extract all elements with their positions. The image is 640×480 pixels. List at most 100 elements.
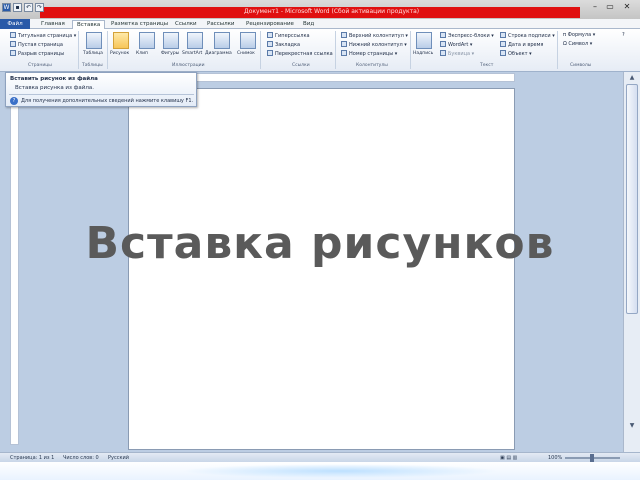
status-language[interactable]: Русский — [108, 454, 129, 462]
dropcap-button[interactable]: Буквица ▾ — [440, 50, 474, 58]
ribbon: Титульная страница ▾ Пустая страница Раз… — [0, 29, 640, 72]
header-icon — [341, 32, 347, 38]
clipart-button-label: Клип — [136, 51, 148, 56]
symbol-button[interactable]: Ω Символ ▾ — [563, 41, 592, 48]
maximize-button[interactable]: ▭ — [603, 2, 617, 12]
chart-icon[interactable] — [214, 32, 230, 49]
slide-heading: Вставка рисунков — [85, 218, 555, 269]
tab-home[interactable]: Главная — [41, 20, 65, 29]
tab-page-layout[interactable]: Разметка страницы — [111, 20, 168, 29]
object-button[interactable]: Объект ▾ — [500, 50, 532, 58]
hyperlink-icon — [267, 32, 273, 38]
clipart-icon[interactable] — [139, 32, 155, 49]
group-label-links: Ссылки — [292, 63, 310, 68]
object-icon — [500, 50, 506, 56]
title-bar: W ▪ ↶ ↷ Документ1 - Microsoft Word (Сбой… — [0, 0, 640, 19]
page-break-icon — [10, 50, 16, 56]
group-divider — [107, 31, 108, 69]
date-time-icon — [500, 41, 506, 47]
group-label-illustrations: Иллюстрации — [172, 63, 205, 68]
close-button[interactable]: ✕ — [620, 2, 634, 12]
signature-line-button[interactable]: Строка подписи ▾ — [500, 32, 555, 40]
textbox-button-label: Надпись — [413, 51, 434, 56]
quick-parts-button[interactable]: Экспресс-блоки ▾ — [440, 32, 494, 40]
hyperlink-button[interactable]: Гиперссылка — [267, 32, 310, 40]
tab-insert[interactable]: Вставка — [72, 20, 106, 29]
header-button[interactable]: Верхний колонтитул ▾ — [341, 32, 408, 40]
group-label-text: Текст — [480, 63, 494, 68]
zoom-slider-knob[interactable] — [590, 454, 594, 462]
shapes-icon[interactable] — [163, 32, 179, 49]
bookmark-icon — [267, 41, 273, 47]
slide-footer — [0, 462, 640, 480]
wordart-button[interactable]: WordArt ▾ — [440, 41, 472, 49]
quick-parts-icon — [440, 32, 446, 38]
screenshot-button-label: Снимок — [237, 51, 255, 56]
tab-file[interactable]: Файл — [0, 19, 30, 29]
group-divider — [335, 31, 336, 69]
chart-button-label: Диаграмма — [205, 51, 232, 56]
cross-reference-button[interactable]: Перекрестная ссылка — [267, 50, 333, 58]
dropcap-icon — [440, 50, 446, 56]
screenshot-icon[interactable] — [240, 32, 256, 49]
blank-page-icon — [10, 41, 16, 47]
minimize-button[interactable]: – — [588, 2, 602, 12]
bookmark-button[interactable]: Закладка — [267, 41, 300, 49]
signature-line-icon — [500, 32, 506, 38]
tab-mailings[interactable]: Рассылки — [207, 20, 235, 29]
cover-page-icon — [10, 32, 16, 38]
save-icon[interactable]: ▪ — [13, 3, 22, 12]
group-divider — [557, 31, 558, 69]
zoom-level[interactable]: 100% — [548, 454, 562, 462]
undo-icon[interactable]: ↶ — [24, 3, 33, 12]
group-divider — [260, 31, 261, 69]
help-icon: ? — [10, 97, 18, 105]
scroll-up-icon[interactable]: ▲ — [627, 74, 637, 82]
group-label-pages: Страницы — [28, 63, 52, 68]
tab-references[interactable]: Ссылки — [175, 20, 197, 29]
picture-icon[interactable] — [113, 32, 129, 49]
tooltip-help-text: Для получения дополнительных сведений на… — [21, 98, 194, 104]
decorative-swoosh — [180, 464, 500, 478]
group-label-symbols: Символы — [570, 63, 592, 68]
document-page[interactable] — [128, 88, 515, 450]
tab-review[interactable]: Рецензирование — [246, 20, 294, 29]
cover-page-button[interactable]: Титульная страница ▾ — [10, 32, 76, 40]
view-mode-icons[interactable]: ▣ ▤ ▥ — [500, 454, 517, 462]
shapes-button-label: Фигуры — [161, 51, 180, 56]
table-button-label: Таблица — [83, 51, 103, 56]
page-number-icon — [341, 50, 347, 56]
status-bar: Страница: 1 из 1 Число слов: 0 Русский ▣… — [0, 452, 640, 462]
smartart-button-label: SmartArt — [182, 51, 203, 56]
tooltip-body: Вставка рисунка из файла. — [15, 85, 94, 91]
picture-tooltip: Вставить рисунок из файла Вставка рисунк… — [5, 72, 197, 107]
group-divider — [78, 31, 79, 69]
tooltip-divider — [9, 94, 194, 95]
scroll-thumb[interactable] — [626, 84, 638, 314]
picture-button-label: Рисунок — [110, 51, 130, 56]
group-divider — [410, 31, 411, 69]
footer-icon — [341, 41, 347, 47]
group-label-tables: Таблицы — [82, 63, 103, 68]
window-title: Документ1 - Microsoft Word (Сбой активац… — [244, 8, 420, 15]
redo-icon[interactable]: ↷ — [35, 3, 44, 12]
cross-reference-icon — [267, 50, 273, 56]
tab-view[interactable]: Вид — [303, 20, 314, 29]
status-page-count[interactable]: Страница: 1 из 1 — [10, 454, 54, 462]
scroll-down-icon[interactable]: ▼ — [627, 422, 637, 430]
page-number-button[interactable]: Номер страницы ▾ — [341, 50, 397, 58]
table-icon[interactable] — [86, 32, 102, 49]
ribbon-tabs: Файл Главная Вставка Разметка страницы С… — [0, 19, 640, 29]
tooltip-title: Вставить рисунок из файла — [10, 76, 98, 82]
equation-button[interactable]: π Формула ▾ — [563, 32, 595, 39]
footer-button[interactable]: Нижний колонтитул ▾ — [341, 41, 407, 49]
smartart-icon[interactable] — [187, 32, 203, 49]
status-word-count[interactable]: Число слов: 0 — [63, 454, 99, 462]
textbox-icon[interactable] — [416, 32, 432, 49]
word-icon[interactable]: W — [2, 3, 11, 12]
date-time-button[interactable]: Дата и время — [500, 41, 543, 49]
group-label-header-footer: Колонтитулы — [356, 63, 388, 68]
blank-page-button[interactable]: Пустая страница — [10, 41, 63, 49]
help-icon[interactable]: ? — [622, 32, 625, 39]
page-break-button[interactable]: Разрыв страницы — [10, 50, 64, 58]
